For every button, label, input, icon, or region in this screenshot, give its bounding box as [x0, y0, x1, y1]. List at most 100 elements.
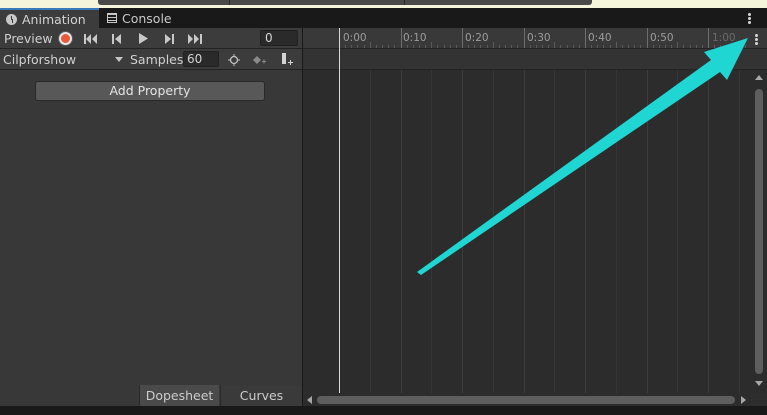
ruler-tick	[351, 45, 353, 48]
event-track[interactable]	[303, 49, 767, 70]
tab-curves[interactable]: Curves	[220, 385, 302, 406]
timeline-menu-icon[interactable]	[755, 34, 758, 45]
ruler-tick	[566, 45, 568, 48]
ruler-tick	[498, 45, 500, 48]
horizontal-scroll-thumb[interactable]	[317, 396, 735, 404]
ruler-tick	[345, 45, 347, 48]
ruler-tick	[505, 45, 507, 48]
ruler-tick	[480, 45, 482, 48]
ruler-tick	[585, 28, 586, 48]
vertical-scrollbar[interactable]	[751, 70, 767, 393]
add-event-icon	[282, 53, 293, 65]
previous-keyframe-button[interactable]	[105, 29, 129, 48]
keyframe-filter-button[interactable]	[222, 50, 246, 69]
timeline-panel: 0:00 0:10 0:20 0:30 0:40 0:50 1:00	[303, 28, 767, 406]
ruler-tick	[609, 45, 611, 48]
samples-input[interactable]: 60	[183, 51, 219, 67]
next-keyframe-button[interactable]	[157, 29, 181, 48]
preview-toggle[interactable]: Preview	[0, 28, 53, 49]
crosshair-icon	[228, 53, 240, 66]
grid-line	[523, 70, 525, 393]
skip-to-start-icon	[84, 33, 97, 44]
ruler-tick	[357, 45, 359, 48]
skip-to-end-icon	[188, 33, 202, 44]
tab-dopesheet[interactable]: Dopesheet	[139, 385, 219, 406]
chevron-down-icon	[115, 57, 123, 62]
ruler-tick	[388, 45, 390, 48]
tick-label: 0:00	[343, 32, 367, 44]
window-menu-icon[interactable]	[748, 13, 751, 24]
grid-line	[585, 70, 586, 393]
ruler-tick	[455, 45, 457, 48]
ruler-tick	[382, 45, 384, 48]
scroll-up-icon[interactable]	[755, 75, 763, 80]
tab-console[interactable]: Console	[101, 8, 201, 28]
scroll-down-icon[interactable]	[755, 381, 763, 386]
ruler-tick	[437, 45, 439, 48]
editor-tab-bar: Animation Console	[0, 8, 767, 28]
add-event-button[interactable]	[275, 50, 299, 69]
ruler-tick	[492, 42, 494, 48]
tab-animation-label: Animation	[22, 11, 86, 27]
ruler-tick	[406, 45, 408, 48]
ruler-tick	[646, 28, 648, 48]
tick-label: 0:40	[588, 32, 612, 44]
window-bottom-edge	[0, 406, 767, 415]
ruler-tick	[652, 45, 654, 48]
scroll-right-icon[interactable]	[741, 396, 746, 404]
last-keyframe-button[interactable]	[183, 29, 207, 48]
step-back-icon	[112, 33, 121, 44]
ruler-tick	[486, 45, 488, 48]
ruler-tick	[640, 45, 642, 48]
add-keyframe-icon	[252, 55, 266, 64]
ruler-tick	[720, 45, 722, 48]
play-button[interactable]	[131, 29, 155, 48]
ruler-tick	[671, 45, 673, 48]
dopesheet-grid[interactable]	[303, 70, 751, 393]
ruler-tick	[394, 45, 396, 48]
add-property-button[interactable]: Add Property	[35, 81, 265, 101]
ruler-tick	[634, 45, 636, 48]
vertical-scroll-thumb[interactable]	[755, 89, 763, 374]
ruler-tick	[511, 45, 513, 48]
samples-label: Samples	[130, 52, 184, 67]
horizontal-scrollbar[interactable]	[303, 393, 751, 406]
playhead[interactable]	[339, 28, 340, 393]
ruler-tick	[400, 28, 402, 48]
clip-dropdown[interactable]: Cilpforshow	[0, 50, 126, 69]
ruler-tick	[369, 42, 371, 48]
animation-left-panel: Preview 0 Cilpforshow Samples 60 Add Pro…	[0, 28, 302, 406]
record-button[interactable]	[53, 29, 77, 48]
ruler-tick	[603, 45, 605, 48]
ruler-tick	[554, 42, 556, 48]
current-frame-input[interactable]: 0	[260, 30, 298, 46]
ruler-tick	[732, 45, 734, 48]
first-keyframe-button[interactable]	[79, 29, 103, 48]
grid-line	[646, 70, 648, 393]
ruler-tick	[658, 45, 660, 48]
ruler-tick	[738, 42, 740, 48]
tab-animation[interactable]: Animation	[0, 8, 99, 28]
play-icon	[138, 33, 148, 44]
preview-label: Preview	[4, 31, 53, 46]
ruler-tick	[517, 45, 519, 48]
console-icon	[107, 13, 117, 23]
ruler-tick	[689, 45, 691, 48]
scroll-left-icon[interactable]	[307, 396, 312, 404]
ruler-tick	[449, 45, 451, 48]
ruler-tick	[628, 45, 630, 48]
record-icon	[58, 32, 72, 45]
grid-line	[677, 70, 679, 393]
time-ruler[interactable]: 0:00 0:10 0:20 0:30 0:40 0:50 1:00	[303, 28, 767, 49]
tick-label: 1:00	[712, 32, 736, 44]
ruler-tick	[726, 45, 728, 48]
ruler-tick	[744, 45, 746, 48]
add-keyframe-button[interactable]	[247, 50, 271, 69]
ruler-tick	[578, 45, 580, 48]
ruler-tick	[572, 45, 574, 48]
ruler-tick	[523, 28, 525, 48]
tick-label: 0:10	[403, 32, 427, 44]
top-scrollbar[interactable]	[98, 0, 592, 5]
grid-line	[462, 70, 463, 393]
ruler-tick	[375, 45, 377, 48]
